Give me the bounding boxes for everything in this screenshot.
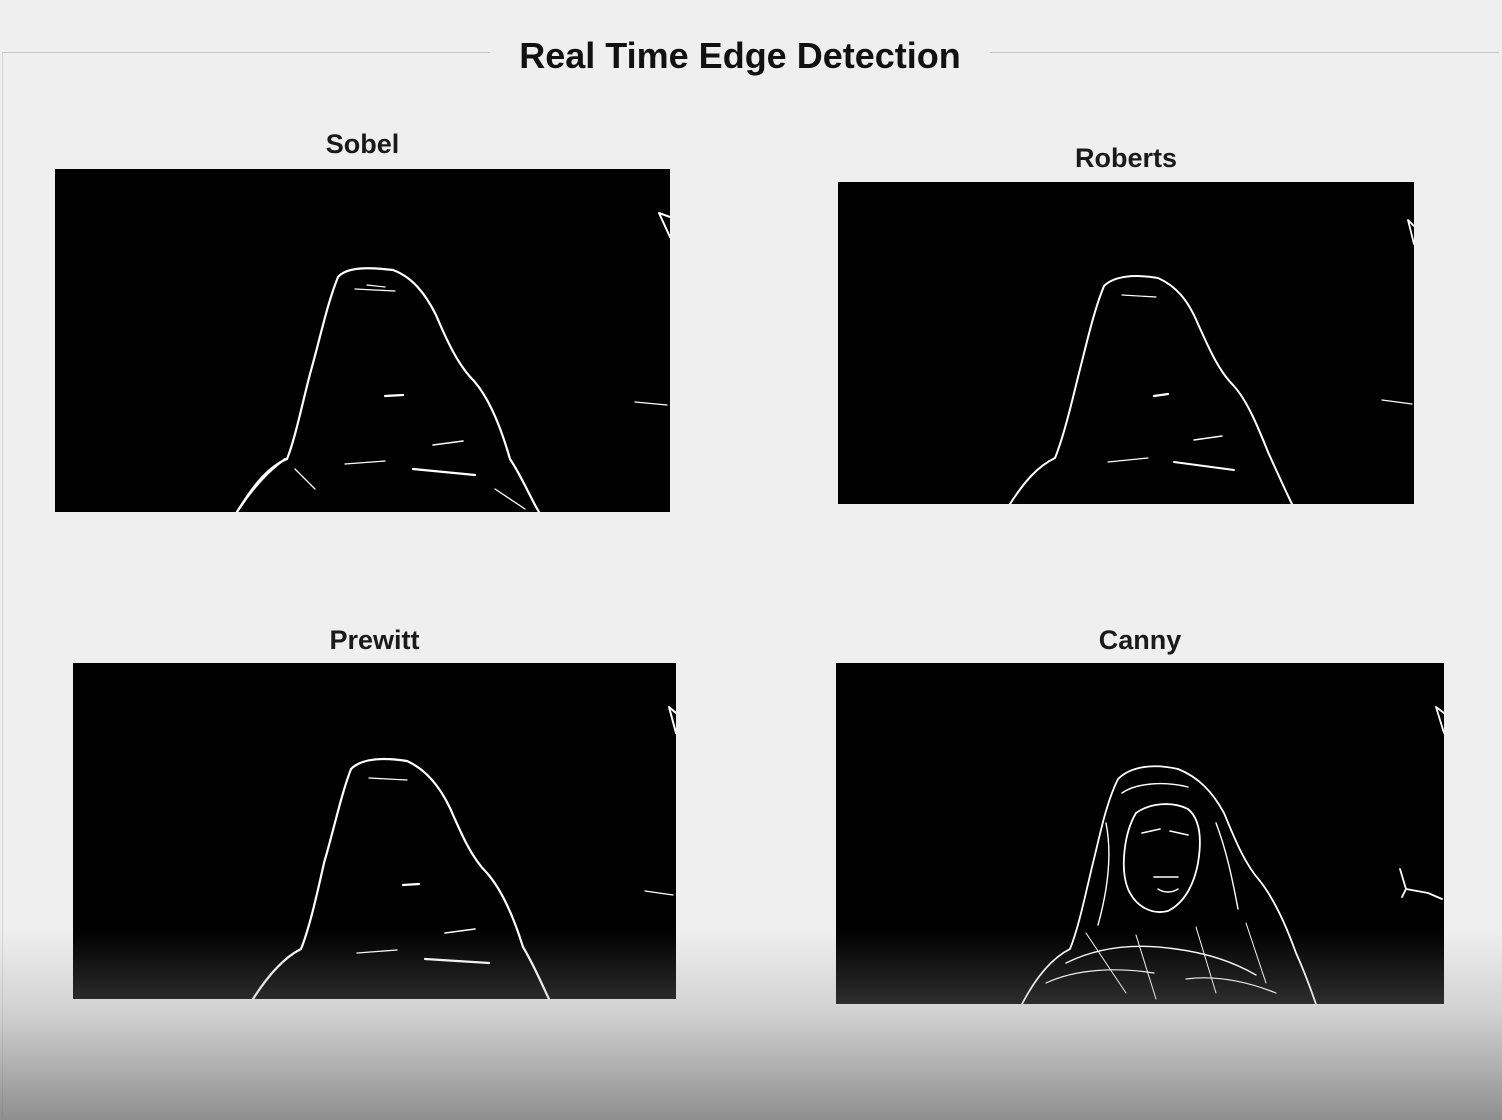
edge-image-prewitt [251, 706, 676, 999]
axes-prewitt [73, 663, 676, 999]
axes-canny [836, 663, 1444, 1004]
uipanel: Real Time Edge Detection Sobel Roberts P… [0, 0, 1502, 1120]
edge-image-roberts [1009, 219, 1414, 504]
axes-title-canny: Canny [1098, 625, 1182, 655]
axes-roberts [838, 182, 1414, 504]
panel-title: Real Time Edge Detection [490, 30, 990, 82]
axes-title-roberts: Roberts [1074, 143, 1177, 173]
axes-title-sobel: Sobel [325, 129, 400, 159]
axes-sobel [55, 169, 670, 512]
edge-image-sobel [235, 212, 670, 512]
axes-title-prewitt: Prewitt [329, 625, 420, 655]
edge-image-canny [1021, 706, 1444, 1004]
